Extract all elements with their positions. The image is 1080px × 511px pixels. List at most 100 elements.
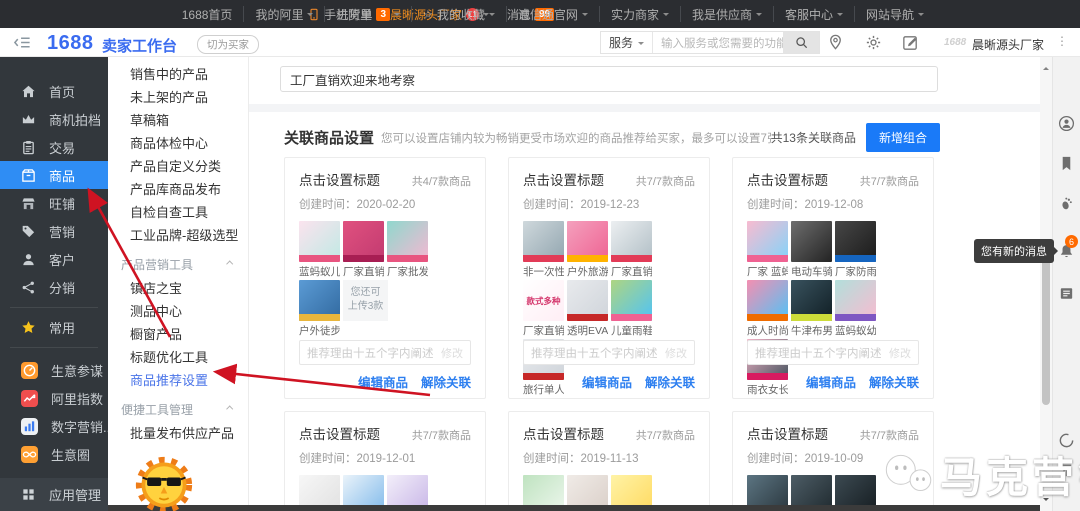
sidebar-item-home[interactable]: 首页 xyxy=(0,77,108,105)
sidebar-app-2[interactable]: 数字营销... xyxy=(0,412,108,440)
sidebar-item-user[interactable]: 客户 xyxy=(0,245,108,273)
card-product-count: 共4/7款商品 xyxy=(412,173,471,189)
topbar-link-3[interactable]: ☆我的收藏 xyxy=(411,6,506,22)
location-pin-icon[interactable] xyxy=(826,33,845,52)
product-image[interactable] xyxy=(791,280,832,321)
submenu-section-8[interactable]: 产品营销工具 xyxy=(108,251,248,277)
product-image[interactable] xyxy=(835,221,876,262)
sidebar-app-3[interactable]: 生意圈 xyxy=(0,440,108,468)
more-options-icon[interactable]: ⋮ xyxy=(1056,34,1069,48)
compose-icon[interactable] xyxy=(901,33,920,52)
vertical-scrollbar[interactable] xyxy=(1040,57,1052,511)
sidebar-app-1[interactable]: 阿里指数 xyxy=(0,384,108,412)
submenu-item-7[interactable]: 工业品牌-超级选型 xyxy=(108,224,248,247)
edit-products-link[interactable]: 编辑商品 xyxy=(358,372,408,391)
topbar-link-5[interactable]: 实力商家 xyxy=(599,6,680,22)
product-image[interactable] xyxy=(567,221,608,262)
product-image[interactable] xyxy=(567,280,608,321)
news-icon[interactable] xyxy=(1058,285,1075,302)
unlink-link[interactable]: 解除关联 xyxy=(421,372,471,391)
scroll-up-arrow-icon[interactable] xyxy=(1043,64,1049,70)
product-image[interactable] xyxy=(747,280,788,321)
switch-to-buyer-button[interactable]: 切为买家 xyxy=(197,35,259,54)
sidebar-item-label: 商品 xyxy=(49,166,75,185)
product-image[interactable] xyxy=(387,221,428,262)
reason-input[interactable]: 推荐理由十五个字内阐述修改 xyxy=(523,340,695,365)
logo-1688[interactable]: 1688 xyxy=(47,32,94,55)
service-scope-dropdown[interactable]: 服务 xyxy=(601,32,653,53)
footprint-icon[interactable] xyxy=(1058,195,1075,212)
sidebar-app-0[interactable]: 生意参谋 xyxy=(0,356,108,384)
topbar-link-7[interactable]: 客服中心 xyxy=(773,6,854,22)
reason-input[interactable]: 推荐理由十五个字内阐述修改 xyxy=(299,340,471,365)
product-image[interactable] xyxy=(299,280,340,321)
topbar-link-2[interactable]: 进货单3 xyxy=(324,6,411,22)
submenu-item-1[interactable]: 未上架的产品 xyxy=(108,86,248,109)
product-image[interactable] xyxy=(835,280,876,321)
product-image[interactable] xyxy=(791,221,832,262)
topbar-link-6[interactable]: 我是供应商 xyxy=(680,6,773,22)
collapse-sidebar-icon[interactable] xyxy=(13,33,32,52)
unlink-link[interactable]: 解除关联 xyxy=(645,372,695,391)
product-image[interactable] xyxy=(611,280,652,321)
scroll-down-arrow-icon[interactable] xyxy=(1043,498,1049,504)
submenu-item-10[interactable]: 测品中心 xyxy=(108,300,248,323)
topbar-link-0[interactable]: 1688首页 xyxy=(171,6,244,22)
submenu-item-11[interactable]: 橱窗产品 xyxy=(108,323,248,346)
submenu-item-2[interactable]: 草稿箱 xyxy=(108,109,248,132)
scrollbar-thumb[interactable] xyxy=(1042,255,1050,405)
card-title-button[interactable]: 点击设置标题 xyxy=(523,169,604,189)
sidebar-item-app-management[interactable]: 应用管理 xyxy=(0,478,108,511)
product-image[interactable] xyxy=(299,221,340,262)
edit-products-link[interactable]: 编辑商品 xyxy=(582,372,632,391)
card-title-button[interactable]: 点击设置标题 xyxy=(299,423,380,443)
product-image[interactable]: 款式多种 xyxy=(523,280,564,321)
submenu-item-0[interactable]: 销售中的产品 xyxy=(108,63,248,86)
submenu-item-13[interactable]: 商品推荐设置 xyxy=(108,369,248,392)
submenu-section-14[interactable]: 便捷工具管理 xyxy=(108,396,248,422)
topbar-link-4[interactable]: 诚信通官网 xyxy=(506,6,599,22)
submenu-item-4[interactable]: 产品自定义分类 xyxy=(108,155,248,178)
submenu-item-9[interactable]: 镇店之宝 xyxy=(108,277,248,300)
product-image[interactable] xyxy=(747,221,788,262)
edit-products-link[interactable]: 编辑商品 xyxy=(806,372,856,391)
unlink-link[interactable]: 解除关联 xyxy=(869,372,919,391)
sidebar-item-clipboard[interactable]: 交易 xyxy=(0,133,108,161)
submenu-item-6[interactable]: 自检自查工具 xyxy=(108,201,248,224)
search-button[interactable] xyxy=(783,32,819,53)
ring-icon[interactable] xyxy=(1058,432,1075,449)
modify-link[interactable]: 修改 xyxy=(665,345,687,361)
card-title-button[interactable]: 点击设置标题 xyxy=(747,169,828,189)
product-image[interactable] xyxy=(343,221,384,262)
add-combination-button[interactable]: 新增组合 xyxy=(866,123,940,152)
modify-link[interactable]: 修改 xyxy=(441,345,463,361)
member-icon[interactable] xyxy=(1058,115,1075,132)
submenu-item-3[interactable]: 商品体检中心 xyxy=(108,132,248,155)
card-title-button[interactable]: 点击设置标题 xyxy=(523,423,604,443)
submenu-item-12[interactable]: 标题优化工具 xyxy=(108,346,248,369)
bookmark-icon[interactable] xyxy=(1058,155,1075,172)
sidebar-item-package[interactable]: 商品 xyxy=(0,161,108,189)
backtop-icon[interactable] xyxy=(1058,462,1075,479)
product-image[interactable] xyxy=(611,221,652,262)
sidebar-item-store[interactable]: 旺铺 xyxy=(0,189,108,217)
sidebar-item-share[interactable]: 分销 xyxy=(0,273,108,301)
modify-link[interactable]: 修改 xyxy=(889,345,911,361)
product-image[interactable] xyxy=(523,221,564,262)
gear-icon[interactable] xyxy=(864,33,883,52)
card-title-button[interactable]: 点击设置标题 xyxy=(299,169,380,189)
topbar-link-1[interactable]: 我的阿里 xyxy=(243,6,324,22)
submenu-item-5[interactable]: 产品库商品发布 xyxy=(108,178,248,201)
notice-input[interactable] xyxy=(280,66,938,92)
service-search-input[interactable]: 输入服务或您需要的功能 xyxy=(653,32,783,53)
current-shop-name[interactable]: 晨晰源头厂家 xyxy=(972,36,1044,53)
chevron-down-icon xyxy=(918,13,924,19)
reason-input[interactable]: 推荐理由十五个字内阐述修改 xyxy=(747,340,919,365)
submenu-item-15[interactable]: 批量发布供应产品 xyxy=(108,422,248,445)
card-title-button[interactable]: 点击设置标题 xyxy=(747,423,828,443)
sidebar-item-crown[interactable]: 商机拍档 xyxy=(0,105,108,133)
upload-more-placeholder[interactable]: 您还可上传3款 xyxy=(343,280,388,321)
sidebar-item-favorites[interactable]: 常用 xyxy=(0,313,108,341)
sidebar-item-tag[interactable]: 营销 xyxy=(0,217,108,245)
topbar-link-8[interactable]: 网站导航 xyxy=(854,6,935,22)
